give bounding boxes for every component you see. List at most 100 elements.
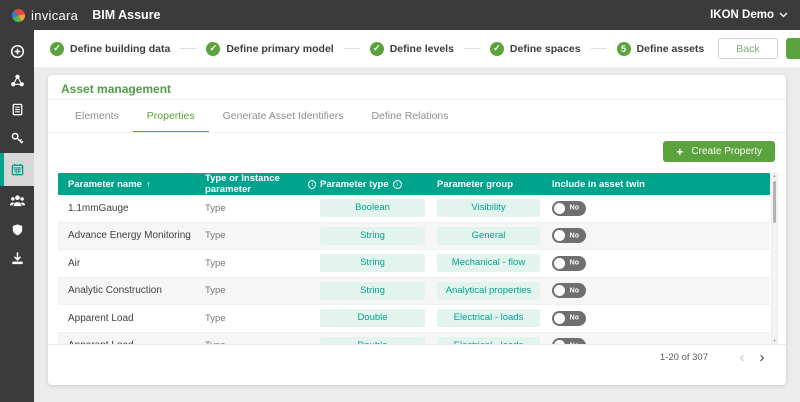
parameter-type-badge: String	[320, 227, 425, 245]
type-or-instance-cell: Type	[200, 258, 316, 269]
type-or-instance-cell: Type	[200, 313, 316, 324]
step-connector	[180, 48, 196, 49]
type-or-instance-cell: Type	[200, 230, 316, 241]
parameter-name-cell: Analytic Construction	[58, 285, 200, 296]
chevron-down-icon	[779, 12, 788, 18]
table-row: Apparent LoadTypeDoubleElectrical - load…	[58, 305, 770, 333]
toggle-knob	[554, 258, 565, 269]
tabs: ElementsPropertiesGenerate Asset Identif…	[61, 100, 463, 133]
parameter-group-cell: Mechanical - flow	[433, 254, 548, 272]
include-toggle[interactable]: No	[552, 283, 586, 298]
logo-text: invicara	[31, 8, 78, 23]
column-label: Parameter group	[437, 179, 513, 190]
info-icon[interactable]: i	[308, 180, 316, 189]
parameter-name-cell: Apparent Load	[58, 313, 200, 324]
type-or-instance-cell: Type	[200, 285, 316, 296]
include-toggle[interactable]: No	[552, 256, 586, 271]
column-header[interactable]: Parameter name↑	[58, 179, 200, 190]
include-in-asset-twin-cell: No	[548, 283, 770, 298]
scrollbar-thumb[interactable]	[773, 181, 776, 223]
calendar-grid-icon	[10, 162, 25, 177]
info-icon[interactable]: i	[393, 180, 402, 189]
create-property-button[interactable]: + Create Property	[663, 141, 775, 162]
asset-management-card: Asset management ElementsPropertiesGener…	[48, 75, 786, 385]
tab-define-relations[interactable]: Define Relations	[357, 100, 462, 133]
column-header: Include in asset twin	[548, 179, 770, 190]
tab-elements[interactable]: Elements	[61, 100, 133, 133]
step-label: Define levels	[390, 43, 454, 55]
check-icon: ✓	[490, 42, 504, 56]
check-icon: ✓	[370, 42, 384, 56]
toggle-knob	[554, 285, 565, 296]
parameter-name-cell: 1.1mmGauge	[58, 203, 200, 214]
check-icon: ✓	[206, 42, 220, 56]
include-in-asset-twin-cell: No	[548, 256, 770, 271]
column-header: Parameter type i	[316, 179, 433, 190]
sidebar-item-add[interactable]	[0, 37, 34, 66]
arrow-up-icon: ↑	[146, 179, 151, 189]
parameter-group-cell: Visibility	[433, 199, 548, 217]
stepper-step-2[interactable]: ✓Define primary model	[206, 42, 333, 56]
stepper-step-3[interactable]: ✓ Define levels	[370, 42, 454, 56]
finish-button[interactable]: Finish	[786, 38, 800, 59]
sidebar-item-models[interactable]	[0, 66, 34, 95]
step-label: Define building data	[70, 43, 170, 55]
parameter-group-badge: General	[437, 227, 540, 245]
pagination-prev-button[interactable]: ‹	[732, 350, 752, 365]
shield-icon	[11, 223, 24, 237]
step-label: Define spaces	[510, 43, 581, 55]
sidebar-item-teams[interactable]	[0, 186, 34, 215]
toggle-label: No	[570, 205, 579, 212]
stepper-step-1[interactable]: ✓Define building data	[50, 42, 170, 56]
parameter-group-badge: Electrical - loads	[437, 337, 540, 344]
pagination-next-button[interactable]: ›	[752, 350, 772, 365]
parameter-group-cell: General	[433, 227, 548, 245]
parameter-type-badge: String	[320, 254, 425, 272]
sidebar-item-asset-management[interactable]	[0, 153, 34, 186]
include-in-asset-twin-cell: No	[548, 228, 770, 243]
include-in-asset-twin-cell: No	[548, 311, 770, 326]
model-network-icon	[10, 73, 25, 88]
toggle-knob	[554, 203, 565, 214]
column-header: Type or Instance parameteri	[200, 173, 316, 195]
sidebar	[0, 30, 34, 402]
column-label: Include in asset twin	[552, 179, 645, 190]
table-row: Analytic ConstructionTypeStringAnalytica…	[58, 278, 770, 306]
type-or-instance-cell: Type	[200, 203, 316, 214]
parameter-group-badge: Analytical properties	[437, 282, 540, 300]
stepper-step-5[interactable]: 5Define assets	[617, 42, 705, 56]
include-toggle[interactable]: No	[552, 201, 586, 216]
table-scrollbar[interactable]	[771, 173, 778, 344]
table-row: Advance Energy MonitoringTypeStringGener…	[58, 223, 770, 251]
stepper-step-4[interactable]: ✓ Define spaces	[490, 42, 581, 56]
tab-generate-asset-identifiers[interactable]: Generate Asset Identifiers	[209, 100, 358, 133]
plus-circle-icon	[10, 44, 25, 59]
back-button[interactable]: Back	[718, 38, 777, 59]
sidebar-item-files[interactable]	[0, 95, 34, 124]
account-menu[interactable]: IKON Demo	[710, 9, 788, 21]
include-toggle[interactable]: No	[552, 228, 586, 243]
table-header-row: Parameter name↑Type or Instance paramete…	[58, 173, 770, 195]
step-label: Define assets	[637, 43, 705, 55]
parameter-type-badge: Double	[320, 309, 425, 327]
parameter-type-cell: String	[316, 254, 433, 272]
tab-properties[interactable]: Properties	[133, 100, 209, 133]
toggle-knob	[554, 313, 565, 324]
invicara-logo[interactable]: invicara	[12, 8, 78, 23]
sidebar-item-security[interactable]	[0, 215, 34, 244]
pagination-range: 1-20 of 307	[660, 352, 708, 363]
parameter-group-cell: Electrical - loads	[433, 337, 548, 344]
toggle-label: No	[570, 232, 579, 239]
sidebar-item-access[interactable]	[0, 124, 34, 153]
app-name: BIM Assure	[92, 8, 160, 22]
users-icon	[9, 194, 26, 207]
include-toggle[interactable]: No	[552, 311, 586, 326]
column-label: Parameter type	[320, 179, 389, 190]
top-navbar: invicara BIM Assure IKON Demo	[0, 0, 800, 30]
step-connector	[344, 48, 360, 49]
properties-table: Parameter name↑Type or Instance paramete…	[58, 173, 770, 344]
sidebar-item-export[interactable]	[0, 244, 34, 273]
parameter-type-cell: String	[316, 282, 433, 300]
toggle-label: No	[570, 260, 579, 267]
stepper-bar: ✓Define building data✓Define primary mod…	[34, 30, 800, 67]
